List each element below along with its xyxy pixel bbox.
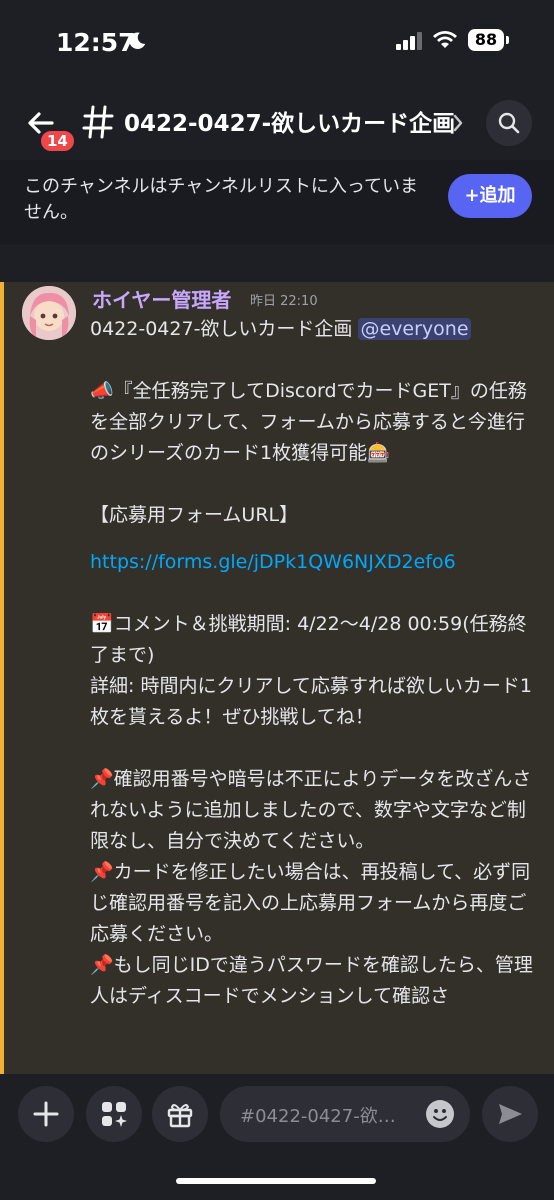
home-indicator (176, 1178, 376, 1184)
message-timestamp: 昨日 22:10 (250, 294, 318, 309)
gift-button[interactable] (152, 1086, 208, 1142)
apps-icon (102, 1102, 127, 1127)
message-input-placeholder: #0422-0427-欲… (240, 1106, 396, 1127)
channel-title[interactable]: 0422-0427-欲しいカード企画 (124, 104, 455, 138)
chevron-right-icon[interactable] (452, 114, 464, 132)
message-input[interactable]: #0422-0427-欲… (220, 1086, 470, 1142)
send-button[interactable] (482, 1086, 538, 1142)
message-line-title: 0422-0427-欲しいカード企画 @everyone (90, 314, 542, 345)
send-icon (499, 1104, 522, 1124)
plus-icon (33, 1101, 59, 1127)
message-paragraph: 📣『全任務完了してDiscordでカードGET』の任務を全部クリアして、フォーム… (90, 380, 527, 464)
battery-indicator: 88 (468, 29, 504, 51)
add-channel-button[interactable]: +追加 (448, 174, 532, 218)
banner-text: このチャンネルはチャンネルリストに入っていません。 (24, 176, 419, 223)
period-text: 📅コメント＆挑戦期間: 4/22〜4/28 00:59(任務終了まで) (90, 613, 527, 666)
battery-tip (506, 36, 509, 44)
hash-channel-icon (82, 105, 114, 139)
search-button[interactable] (486, 100, 532, 146)
status-bar: 12:57 88 (0, 0, 554, 84)
status-time: 12:57 (56, 28, 136, 57)
note-2: 📌カードを修正したい場合は、再投稿して、必ず同じ確認用番号を記入の上応募用フォー… (90, 861, 531, 945)
signal-icon (396, 32, 422, 50)
avatar[interactable] (22, 286, 76, 340)
details-text: 詳細: 時間内にクリアして応募すれば欲しいカード1枚を貰えるよ！ぜひ挑戦してね！ (90, 675, 532, 728)
attach-button[interactable] (18, 1086, 74, 1142)
notification-badge: 14 (38, 128, 77, 154)
avatar-illustration (22, 286, 76, 340)
note-3: 📌もし同じIDで違うパスワードを確認したら、管理人はディスコードでメンションして… (90, 954, 533, 1007)
form-header: 【応募用フォームURL】 (90, 504, 299, 526)
gift-icon (167, 1104, 193, 1128)
channel-header: 14 0422-0427-欲しいカード企画 (0, 84, 554, 160)
form-url-link[interactable]: https://forms.gle/jDPk1QW6NJXD2efo6 (90, 547, 542, 578)
message-author[interactable]: ホイヤー管理者 (92, 284, 231, 313)
apps-button[interactable] (86, 1086, 142, 1142)
message-body: 0422-0427-欲しいカード企画 @everyone 📣『全任務完了してDi… (90, 314, 542, 1012)
message-title-text: 0422-0427-欲しいカード企画 (90, 318, 359, 340)
emoji-icon[interactable] (426, 1100, 454, 1128)
moon-icon (129, 32, 146, 49)
everyone-mention[interactable]: @everyone (358, 318, 471, 340)
search-icon (498, 112, 520, 134)
note-1: 📌確認用番号や暗号は不正によりデータを改ざんされないように追加しましたので、数字… (90, 768, 532, 852)
wifi-icon (433, 31, 457, 48)
message-highlighted[interactable]: ホイヤー管理者 昨日 22:10 0422-0427-欲しいカード企画 @eve… (0, 282, 554, 1074)
